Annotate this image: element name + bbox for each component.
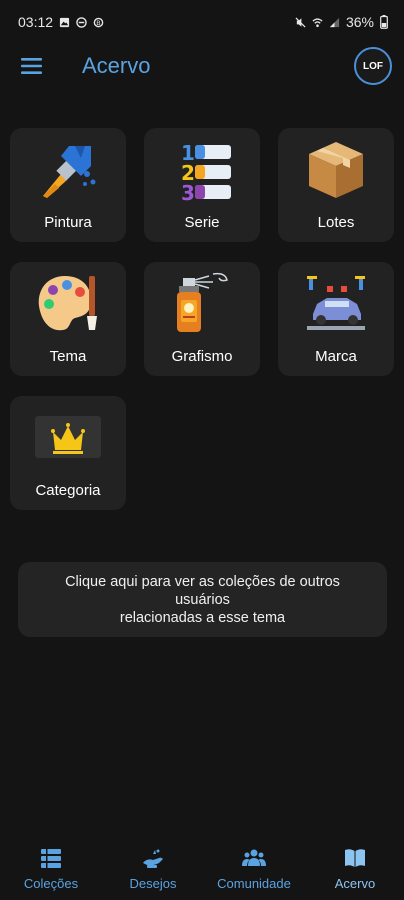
tile-categoria[interactable]: Categoria [10, 396, 126, 510]
tile-serie[interactable]: 1 2 3 Serie [144, 128, 260, 242]
spray-can-icon [169, 270, 235, 336]
car-lift-icon [303, 270, 369, 336]
app-bar: Acervo LOF [0, 44, 404, 90]
palette-icon [35, 270, 101, 336]
tile-label: Pintura [44, 214, 92, 231]
crown-icon [35, 404, 101, 470]
do-not-disturb-icon [76, 16, 87, 28]
info-text: Clique aqui para ver as coleções de outr… [65, 573, 340, 627]
status-bar: 03:12 B 36% [0, 0, 404, 44]
box-icon [303, 136, 369, 202]
status-left: 03:12 B [18, 14, 104, 30]
battery-percent: 36% [345, 14, 374, 30]
info-line-1: Clique aqui para ver as coleções de outr… [65, 573, 340, 590]
people-icon [242, 849, 266, 866]
image-icon [59, 17, 70, 27]
book-icon [345, 849, 365, 867]
nav-label: Desejos [129, 876, 177, 891]
tile-label: Marca [315, 348, 357, 365]
tile-label: Grafismo [171, 348, 233, 365]
hamburger-icon [21, 58, 42, 74]
list-icon [41, 849, 61, 868]
info-line-2: usuários [175, 591, 230, 608]
tile-pintura[interactable]: Pintura [10, 128, 126, 242]
nav-label: Comunidade [217, 876, 291, 891]
nav-label: Coleções [23, 876, 79, 891]
status-right: 36% [295, 14, 388, 30]
bottom-nav: Coleções Desejos Comunidade Acervo [0, 838, 404, 900]
nav-comunidade[interactable]: Comunidade [212, 846, 296, 898]
sync-icon: B [93, 17, 104, 27]
lamp-icon [143, 849, 163, 868]
logo-text: LOF [363, 60, 383, 72]
nav-label: Acervo [334, 876, 376, 891]
tile-marca[interactable]: Marca [278, 262, 394, 376]
svg-text:3: 3 [181, 181, 195, 202]
tile-tema[interactable]: Tema [10, 262, 126, 376]
svg-text:B: B [96, 18, 100, 26]
nav-colecoes[interactable]: Coleções [18, 846, 84, 898]
wifi-icon [312, 17, 323, 27]
signal-icon [329, 17, 340, 27]
numbered-list-icon: 1 2 3 [169, 136, 235, 202]
status-time: 03:12 [18, 14, 54, 30]
mute-icon [295, 16, 306, 28]
nav-desejos[interactable]: Desejos [122, 846, 184, 898]
page-title: Acervo [82, 53, 151, 78]
profile-logo-button[interactable]: LOF [354, 47, 392, 85]
tile-grafismo[interactable]: Grafismo [144, 262, 260, 376]
nav-acervo[interactable]: Acervo [326, 846, 384, 898]
tile-label: Categoria [35, 482, 101, 499]
menu-button[interactable] [20, 56, 44, 76]
info-line-3: relacionadas a esse tema [119, 609, 286, 626]
paint-brush-icon [35, 136, 101, 202]
tile-label: Tema [49, 348, 87, 365]
tile-label: Lotes [317, 214, 355, 231]
battery-icon [380, 15, 388, 29]
tile-label: Serie [184, 214, 220, 231]
tile-lotes[interactable]: Lotes [278, 128, 394, 242]
other-users-collections-link[interactable]: Clique aqui para ver as coleções de outr… [18, 562, 387, 637]
